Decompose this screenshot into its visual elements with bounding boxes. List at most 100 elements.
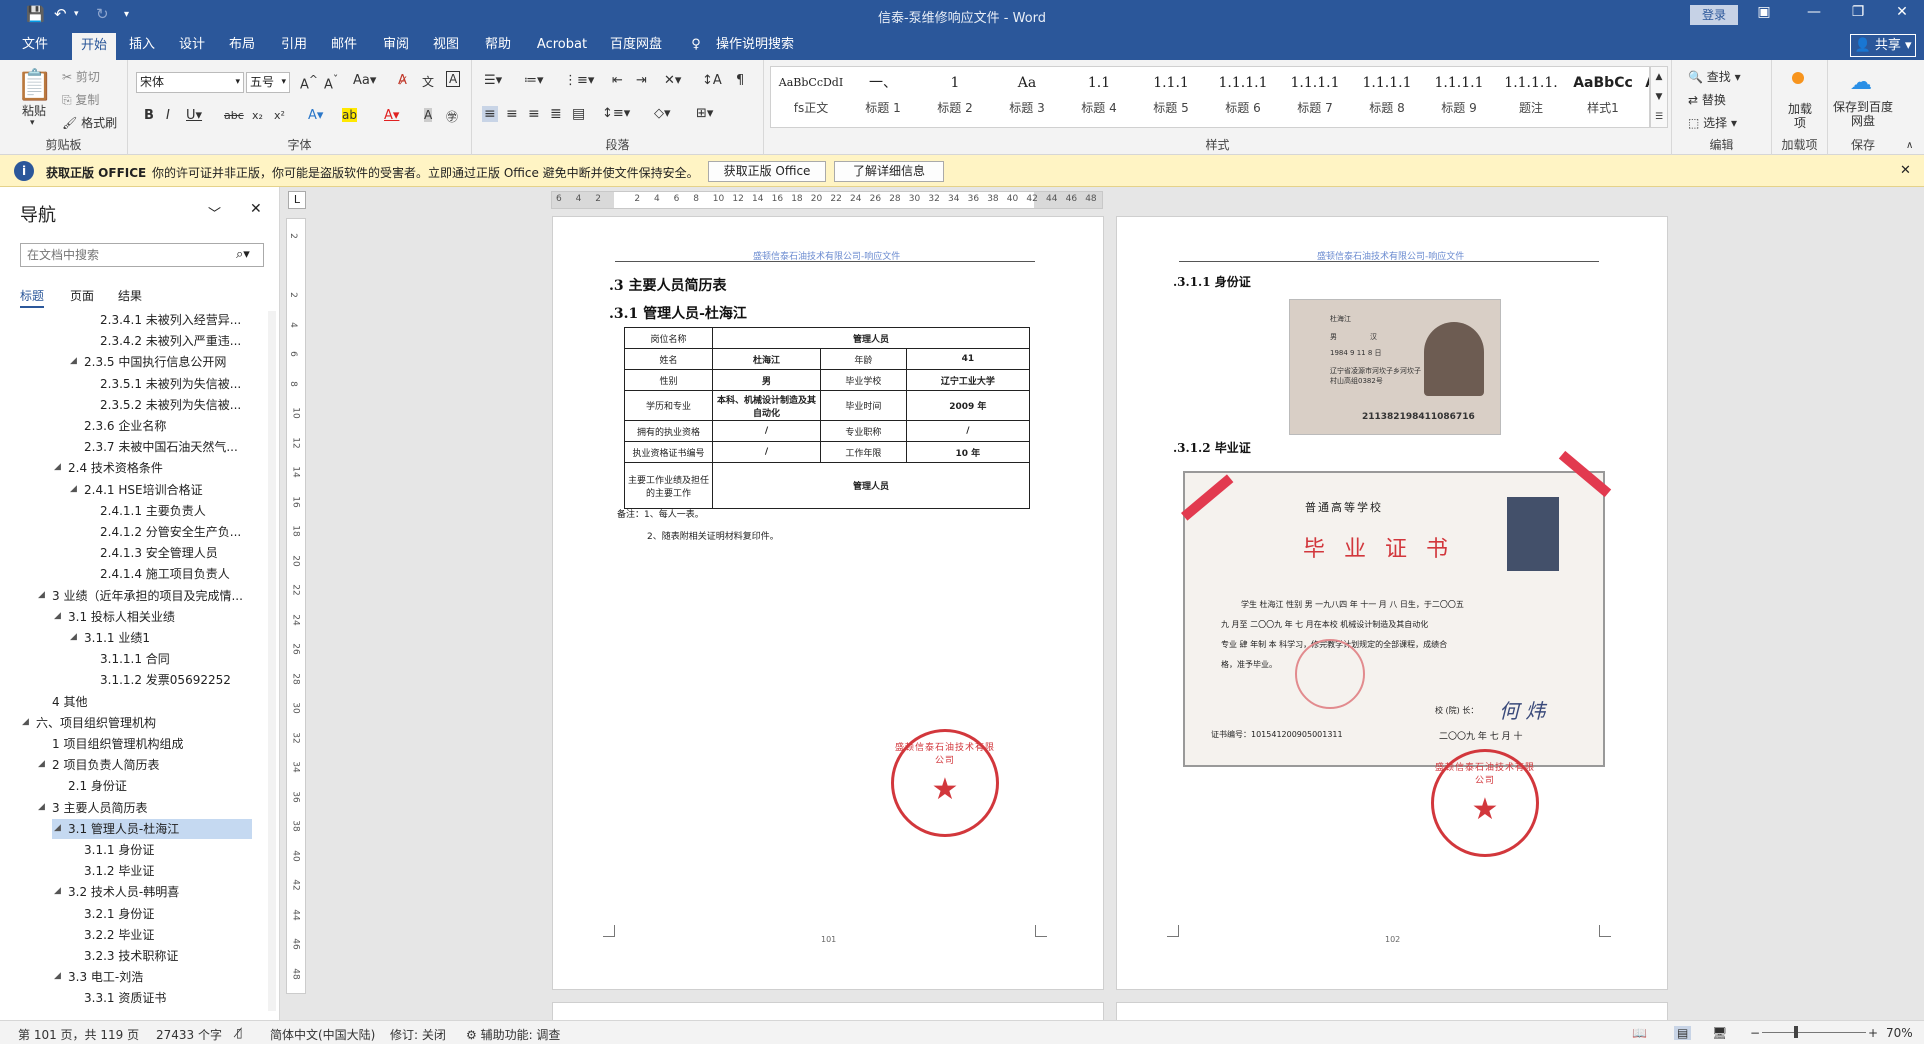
style-item[interactable]: 1 标题 2 <box>919 71 991 121</box>
horizontal-ruler[interactable]: 6 4 2 2 4 6 8 10 12 14 16 18 20 22 24 26 28 30 32 34 36 38 40 4… <box>551 191 1103 209</box>
char-border-icon[interactable]: A <box>446 71 461 87</box>
distributed-icon[interactable]: ▤ <box>572 106 585 122</box>
sort-icon[interactable]: ↕A <box>702 73 722 88</box>
style-item[interactable]: 1.1.1.1 标题 8 <box>1351 71 1423 121</box>
expand-triangle-icon[interactable]: ◢ <box>22 717 29 727</box>
styles-scroll[interactable]: ▲ ▼ ☰ <box>1650 66 1668 128</box>
document-page-102[interactable]: 盛顿信泰石油技术有限公司-响应文件 .3.1.1 身份证 杜海江 男 汉 198… <box>1116 216 1668 990</box>
style-item[interactable]: 1.1.1.1 标题 6 <box>1207 71 1279 121</box>
nav-heading-item[interactable]: 3.2 技术人员-韩明喜 <box>68 883 179 901</box>
paste-icon[interactable]: 📋 <box>16 68 53 103</box>
decrease-indent-icon[interactable]: ⇤ <box>612 73 623 88</box>
show-marks-icon[interactable]: ¶ <box>736 73 744 88</box>
zoom-out-icon[interactable]: − <box>1750 1026 1760 1040</box>
tab-view[interactable]: 视图 <box>426 30 466 60</box>
nav-heading-item[interactable]: 4 其他 <box>52 693 87 711</box>
nav-heading-item[interactable]: 2.3.7 未被中国石油天然气... <box>84 438 238 456</box>
nav-heading-item[interactable]: 1 项目组织管理机构组成 <box>52 735 183 753</box>
nav-close-icon[interactable]: ✕ <box>250 201 262 217</box>
format-painter-button[interactable]: 🖌 格式刷 <box>62 114 117 131</box>
addins-button[interactable]: 加载项 <box>1784 102 1816 130</box>
language-status[interactable]: 简体中文(中国大陆) <box>270 1026 375 1043</box>
italic-icon[interactable]: I <box>166 108 170 123</box>
nav-tab-headings[interactable]: 标题 <box>20 287 45 308</box>
nav-options-icon[interactable]: ﹀ <box>208 203 221 222</box>
save-to-baidu-button[interactable]: 保存到百度网盘 <box>1832 100 1894 128</box>
expand-triangle-icon[interactable]: ◢ <box>38 802 45 812</box>
expand-triangle-icon[interactable]: ◢ <box>54 823 61 833</box>
document-page-103[interactable] <box>552 1002 1104 1020</box>
align-right-icon[interactable]: ≡ <box>528 106 540 122</box>
expand-triangle-icon[interactable]: ◢ <box>70 632 77 642</box>
nav-heading-item[interactable]: 3.2.1 身份证 <box>84 905 154 923</box>
bold-icon[interactable]: B <box>144 108 154 123</box>
zoom-in-icon[interactable]: + <box>1868 1026 1878 1040</box>
tab-insert[interactable]: 插入 <box>122 30 162 60</box>
nav-search-input[interactable] <box>20 243 264 267</box>
superscript-icon[interactable]: x² <box>274 109 285 122</box>
nav-heading-item[interactable]: 2.1 身份证 <box>68 777 127 795</box>
nav-heading-item[interactable]: 2.3.5 中国执行信息公开网 <box>84 353 226 371</box>
shrink-font-icon[interactable]: Aˇ <box>324 73 338 92</box>
word-count[interactable]: 27433 个字 <box>156 1026 222 1043</box>
expand-triangle-icon[interactable]: ◢ <box>38 759 45 769</box>
ribbon-display-icon[interactable]: ▣ <box>1746 4 1782 20</box>
enclose-char-icon[interactable]: ㊫ <box>446 108 458 125</box>
nav-heading-item[interactable]: 2 项目负责人简历表 <box>52 756 159 774</box>
nav-heading-item[interactable]: 3.3 电工-刘浩 <box>68 968 143 986</box>
increase-indent-icon[interactable]: ⇥ <box>636 73 647 88</box>
cut-button[interactable]: ✂ 剪切 <box>62 68 100 85</box>
style-item[interactable]: AaBbCcDdI fs正文 <box>775 71 847 121</box>
expand-triangle-icon[interactable]: ◢ <box>54 462 61 472</box>
copy-button[interactable]: ⎘ 复制 <box>62 91 99 108</box>
style-item[interactable]: 1.1.1 标题 5 <box>1135 71 1207 121</box>
borders-icon[interactable]: ⊞▾ <box>696 106 713 121</box>
nav-heading-item[interactable]: 2.4.1.4 施工项目负责人 <box>100 565 230 583</box>
nav-heading-item[interactable]: 2.4.1.3 安全管理人员 <box>100 544 218 562</box>
tab-selector-icon[interactable]: L <box>288 191 306 209</box>
align-left-icon[interactable]: ≡ <box>482 106 498 122</box>
track-changes-status[interactable]: 修订: 关闭 <box>390 1026 446 1043</box>
nav-heading-item[interactable]: 3.2.2 毕业证 <box>84 926 154 944</box>
expand-triangle-icon[interactable]: ◢ <box>70 356 77 366</box>
nav-heading-item[interactable]: 2.4.1.1 主要负责人 <box>100 502 206 520</box>
phonetic-icon[interactable]: 文 <box>422 73 434 90</box>
style-item[interactable]: 一、 标题 1 <box>847 71 919 121</box>
tell-me-search[interactable]: 操作说明搜索 <box>710 30 800 60</box>
grow-font-icon[interactable]: A^ <box>300 73 318 92</box>
nav-heading-item[interactable]: 3.3.1 资质证书 <box>84 989 166 1007</box>
nav-heading-item[interactable]: 3.1.1 业绩1 <box>84 629 150 647</box>
login-button[interactable]: 登录 <box>1690 5 1738 25</box>
collapse-ribbon-icon[interactable]: ∧ <box>1906 140 1913 151</box>
close-window-icon[interactable]: ✕ <box>1884 4 1920 20</box>
nav-heading-item[interactable]: 3.2.3 技术职称证 <box>84 947 178 965</box>
zoom-slider[interactable] <box>1762 1032 1866 1033</box>
proofing-icon[interactable]: ▯̸ <box>236 1026 243 1040</box>
style-item[interactable]: 1.1 标题 4 <box>1063 71 1135 121</box>
style-item[interactable]: 1.1.1.1 标题 9 <box>1423 71 1495 121</box>
share-button[interactable]: 👤 共享 ▾ <box>1850 34 1916 57</box>
paste-button[interactable]: 粘贴 <box>22 102 46 119</box>
tab-file[interactable]: 文件 <box>14 30 56 60</box>
style-item[interactable]: 1.1.1.1 标题 7 <box>1279 71 1351 121</box>
nav-heading-item[interactable]: 3 主要人员简历表 <box>52 799 147 817</box>
nav-heading-item[interactable]: 2.4.1 HSE培训合格证 <box>84 481 203 499</box>
nav-heading-item[interactable]: 2.3.5.1 未被列为失信被... <box>100 375 241 393</box>
find-button[interactable]: 🔍 查找 ▾ <box>1688 68 1741 85</box>
char-shading-icon[interactable]: A <box>424 108 433 122</box>
line-spacing-icon[interactable]: ↕≡▾ <box>602 106 630 121</box>
learn-more-button[interactable]: 了解详细信息 <box>834 161 944 182</box>
minimize-icon[interactable]: — <box>1796 4 1832 20</box>
expand-triangle-icon[interactable]: ◢ <box>54 971 61 981</box>
multilevel-list-icon[interactable]: ⋮≡▾ <box>564 73 594 88</box>
numbering-icon[interactable]: ≔▾ <box>524 73 544 88</box>
nav-heading-item[interactable]: 3 业绩（近年承担的项目及完成情... <box>52 587 243 605</box>
zoom-level[interactable]: 70% <box>1886 1026 1913 1040</box>
expand-triangle-icon[interactable]: ◢ <box>54 886 61 896</box>
nav-heading-item[interactable]: 六、项目组织管理机构 <box>36 714 156 732</box>
zoom-slider-thumb[interactable] <box>1794 1026 1798 1038</box>
nav-heading-item[interactable]: 2.3.4.2 未被列入严重违... <box>100 332 241 350</box>
tab-home[interactable]: 开始 <box>72 33 116 60</box>
search-icon[interactable]: ⌕▾ <box>236 247 250 262</box>
resume-table[interactable]: 岗位名称 管理人员 姓名 杜海江 年龄 41 性别男毕业学校 辽宁工业大学 学历和专业 本科… <box>624 327 1031 509</box>
